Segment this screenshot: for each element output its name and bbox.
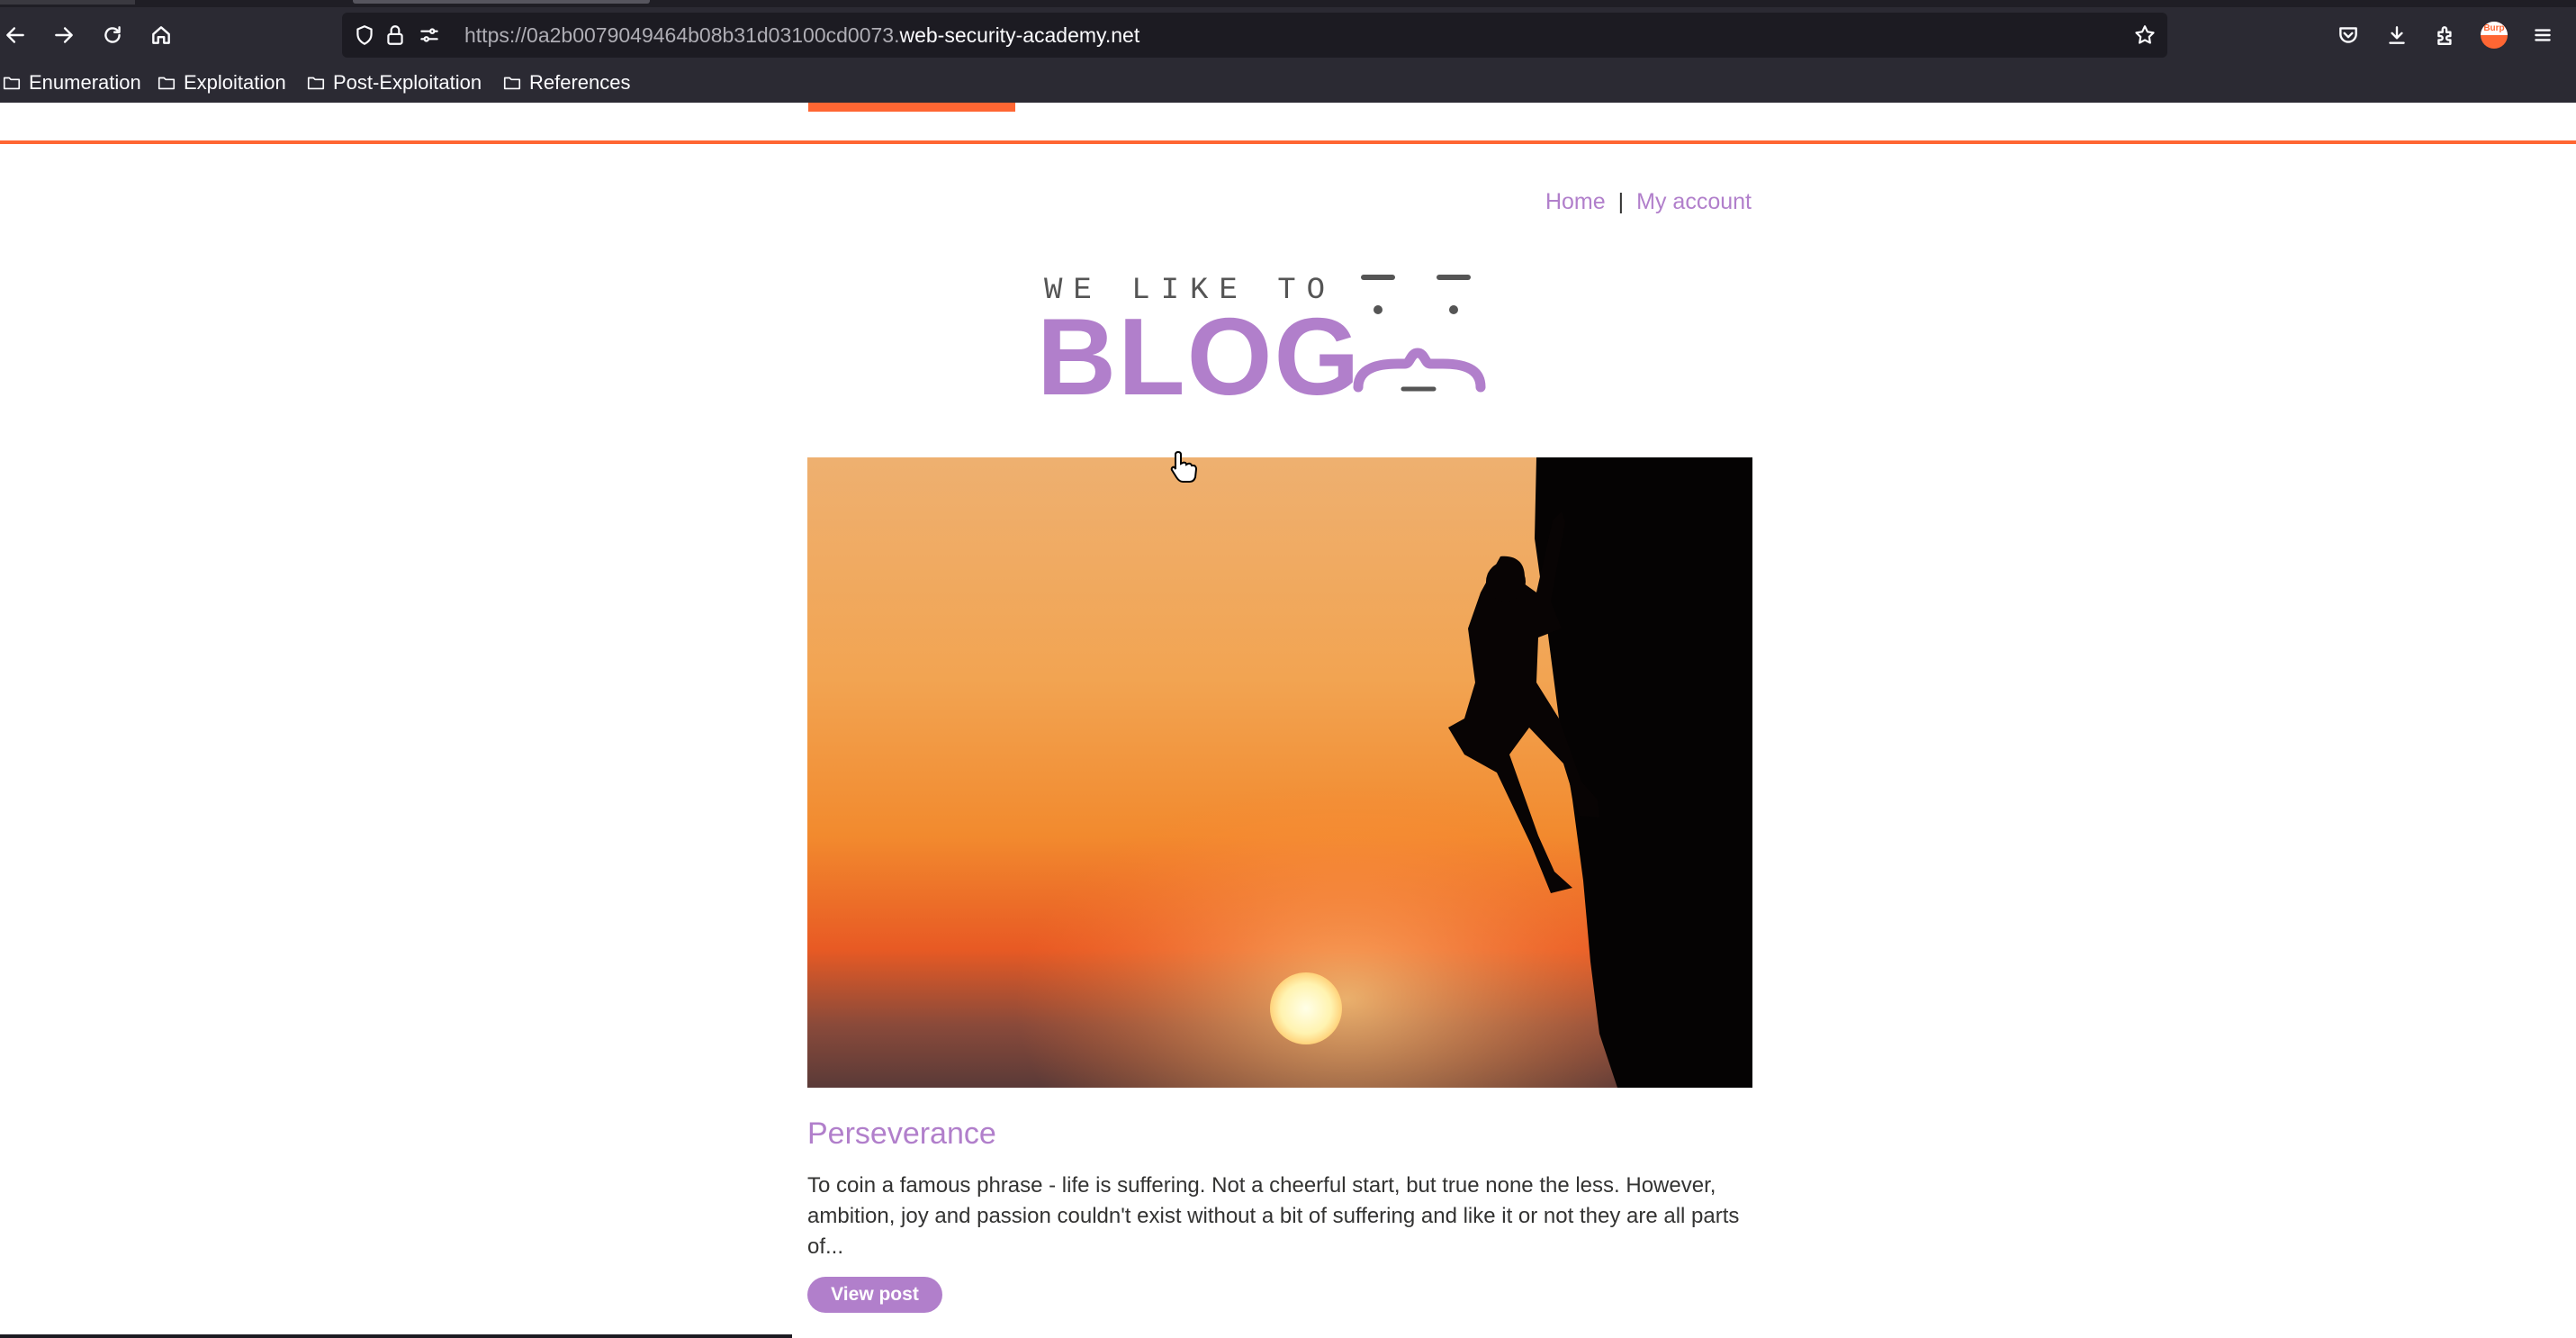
arrow-right-icon	[55, 27, 73, 43]
url-prefix: https://0a2b0079049464b08b31d03100cd0073…	[464, 23, 900, 47]
bookmark-label: Post-Exploitation	[333, 71, 482, 94]
back-button[interactable]	[0, 16, 34, 54]
lock-icon[interactable]	[383, 23, 407, 47]
burp-extension-icon: Burp	[2481, 22, 2508, 49]
browser-tab-strip	[0, 0, 2576, 7]
my-account-link[interactable]: My account	[1636, 189, 1752, 214]
arrow-left-icon	[6, 27, 24, 43]
bookmarks-toolbar: Enumeration Exploitation Post-Exploitati…	[0, 63, 2576, 103]
reload-icon	[104, 26, 121, 43]
bookmark-label: Exploitation	[184, 71, 286, 94]
bottom-scroll-indicator	[0, 1334, 792, 1338]
climber-sunset-image	[807, 457, 1752, 1088]
tracking-shield-icon[interactable]	[353, 23, 376, 47]
post-title-link[interactable]: Perseverance	[807, 1117, 996, 1152]
pocket-button[interactable]	[2329, 16, 2367, 54]
app-menu-button[interactable]	[2524, 16, 2562, 54]
address-bar[interactable]: https://0a2b0079049464b08b31d03100cd0073…	[342, 13, 2167, 58]
academy-header-tab	[808, 103, 1015, 112]
folder-icon	[158, 77, 176, 90]
home-icon	[152, 26, 170, 44]
folder-icon	[3, 77, 21, 90]
browser-toolbar: https://0a2b0079049464b08b31d03100cd0073…	[0, 7, 2576, 63]
folder-icon	[503, 77, 521, 90]
bookmark-folder-exploitation[interactable]: Exploitation	[157, 70, 286, 95]
burp-badge: Burp	[2481, 22, 2508, 35]
post-image[interactable]	[807, 457, 1752, 1088]
view-post-button[interactable]: View post	[807, 1277, 942, 1313]
bookmark-folder-references[interactable]: References	[502, 70, 631, 95]
reload-button[interactable]	[94, 16, 131, 54]
folder-icon	[307, 77, 325, 90]
url-domain: web-security-academy.net	[899, 23, 1140, 47]
bookmark-label: References	[529, 71, 631, 94]
site-permissions-icon[interactable]	[418, 23, 441, 47]
home-button[interactable]	[142, 16, 180, 54]
url-text[interactable]: https://0a2b0079049464b08b31d03100cd0073…	[464, 23, 1139, 47]
header-divider	[0, 140, 2576, 144]
downloads-button[interactable]	[2378, 16, 2416, 54]
bookmark-label: Enumeration	[29, 71, 141, 94]
pocket-icon	[2339, 27, 2357, 43]
page-content: Home | My account WE LIKE TO BLOG Persev…	[0, 103, 2576, 1338]
bookmark-folder-enumeration[interactable]: Enumeration	[2, 70, 141, 95]
home-link[interactable]: Home	[1545, 189, 1606, 214]
puzzle-icon	[2437, 26, 2452, 45]
post-summary: To coin a famous phrase - life is suffer…	[807, 1173, 1740, 1259]
browser-tab-active[interactable]	[353, 0, 650, 4]
download-icon	[2389, 26, 2405, 44]
bookmark-star-icon[interactable]	[2133, 23, 2157, 47]
top-navigation: Home | My account	[1545, 189, 1752, 215]
extensions-button[interactable]	[2427, 16, 2464, 54]
browser-tab-inactive[interactable]	[0, 0, 135, 5]
logo-word: BLOG	[1037, 295, 1362, 418]
hamburger-menu-icon	[2535, 29, 2551, 41]
forward-button[interactable]	[45, 16, 83, 54]
hand-cursor-icon	[1170, 450, 1197, 483]
nav-separator: |	[1617, 189, 1625, 214]
bookmark-folder-post-exploitation[interactable]: Post-Exploitation	[306, 70, 482, 95]
burp-extension-button[interactable]: Burp	[2475, 16, 2513, 54]
